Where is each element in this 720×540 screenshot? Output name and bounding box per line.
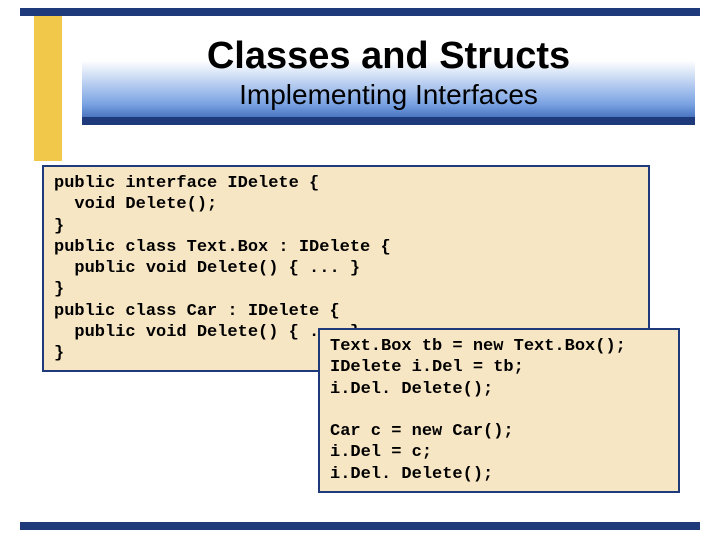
- slide-title: Classes and Structs: [94, 36, 683, 78]
- slide-subtitle: Implementing Interfaces: [94, 80, 683, 111]
- title-block: Classes and Structs Implementing Interfa…: [82, 30, 695, 125]
- bottom-accent-bar: [20, 522, 700, 530]
- yellow-accent-strip: [34, 16, 62, 161]
- top-accent-bar: [20, 8, 700, 16]
- code-block-usage: Text.Box tb = new Text.Box(); IDelete i.…: [318, 328, 680, 493]
